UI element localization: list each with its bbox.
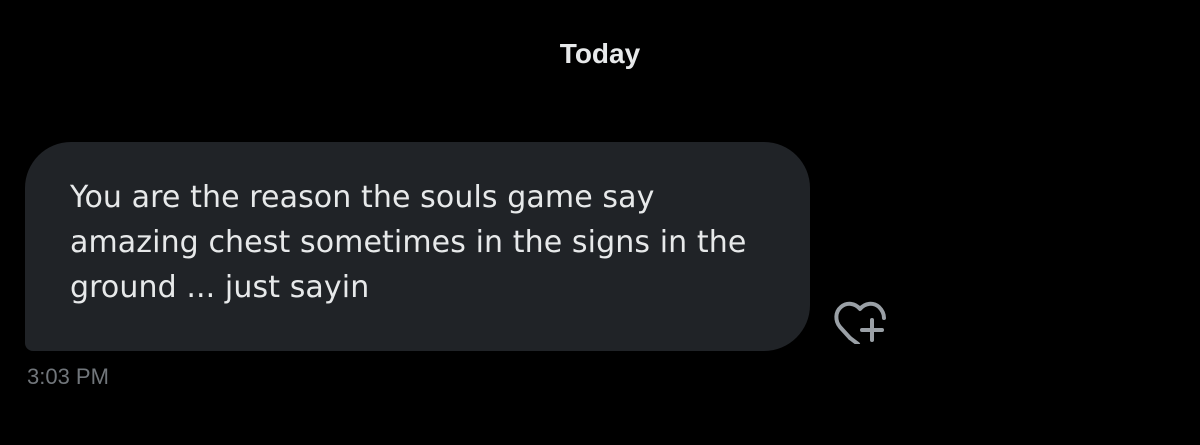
message-text: You are the reason the souls game say am… bbox=[70, 180, 747, 305]
day-separator-label: Today bbox=[559, 38, 641, 69]
message-row: You are the reason the souls game say am… bbox=[25, 142, 810, 351]
heart-plus-icon bbox=[834, 294, 892, 344]
day-separator: Today bbox=[0, 36, 1200, 72]
message-timestamp: 3:03 PM bbox=[27, 364, 109, 389]
message-bubble[interactable]: You are the reason the souls game say am… bbox=[25, 142, 810, 351]
add-reaction-button[interactable] bbox=[834, 294, 892, 344]
